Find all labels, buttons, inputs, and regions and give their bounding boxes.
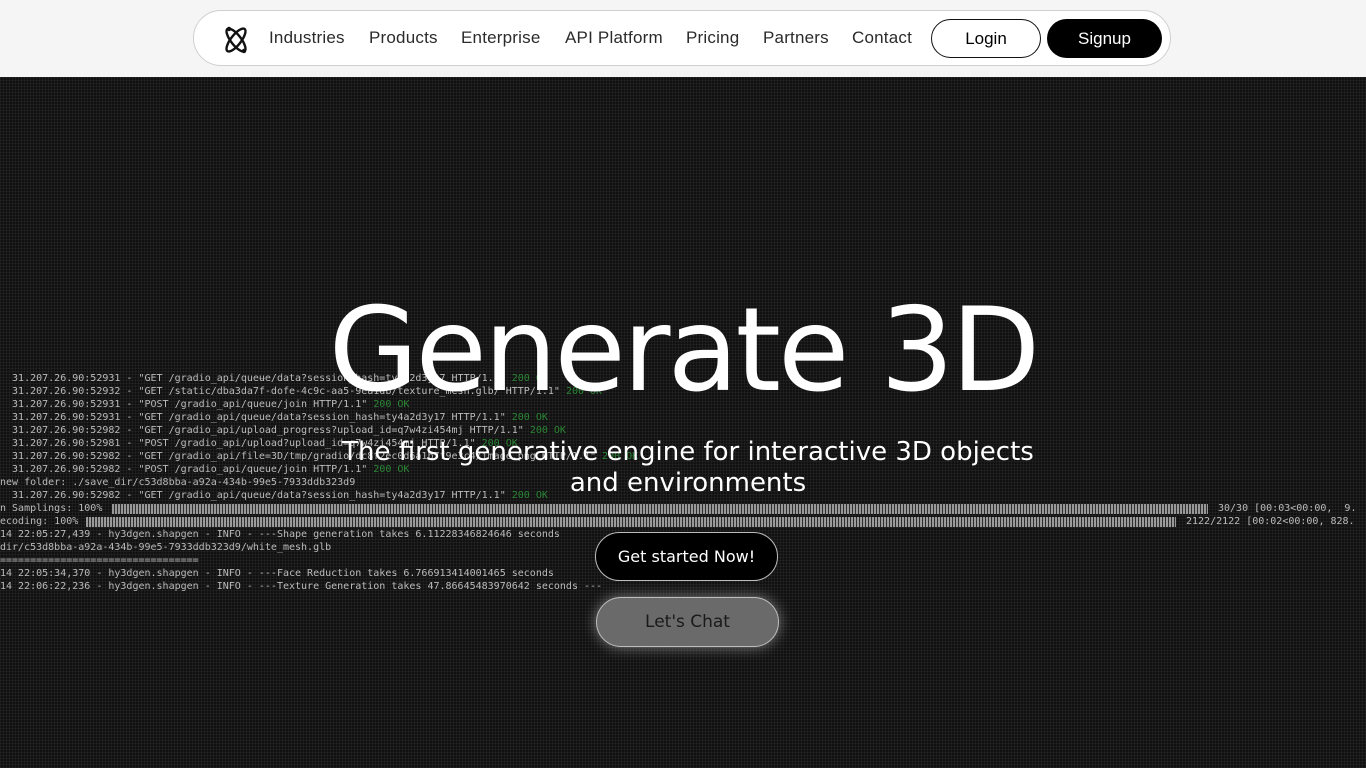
terminal-line: 14 22:06:22,236 - hy3dgen.shapgen - INFO… bbox=[0, 581, 603, 592]
get-started-button[interactable]: Get started Now! bbox=[595, 532, 778, 581]
login-button[interactable]: Login bbox=[931, 19, 1041, 58]
terminal-line: ecoding: 100% bbox=[0, 516, 79, 527]
terminal-line: ================================= bbox=[0, 555, 199, 566]
nav-link-enterprise[interactable]: Enterprise bbox=[461, 28, 540, 48]
terminal-line: 31.207.26.90:52982 - "GET /gradio_api/up… bbox=[0, 425, 566, 436]
hero-section: _ 31.207.26.90:52931 - "GET /gradio_api/… bbox=[0, 77, 1366, 768]
hero-title: Generate 3D bbox=[328, 283, 1041, 418]
terminal-line: new folder: ./save_dir/c53d8bba-a92a-434… bbox=[0, 477, 356, 488]
nav-link-api-platform[interactable]: API Platform bbox=[565, 28, 663, 48]
hero-subtitle: The first generative engine for interact… bbox=[342, 437, 1034, 498]
nav-link-contact[interactable]: Contact bbox=[852, 28, 912, 48]
nav-link-industries[interactable]: Industries bbox=[269, 28, 345, 48]
nav-link-pricing[interactable]: Pricing bbox=[686, 28, 739, 48]
terminal-line: 14 22:05:34,370 - hy3dgen.shapgen - INFO… bbox=[0, 568, 554, 579]
nav-link-partners[interactable]: Partners bbox=[763, 28, 829, 48]
terminal-line: 30/30 [00:03<00:00, 9. bbox=[1218, 503, 1357, 514]
signup-button[interactable]: Signup bbox=[1047, 19, 1162, 58]
atom-x-logo-icon[interactable] bbox=[221, 24, 251, 56]
terminal-line: 2122/2122 [00:02<00:00, 828. bbox=[1186, 516, 1355, 527]
decoding-progress-bar bbox=[86, 517, 1176, 527]
sampling-progress-bar bbox=[112, 504, 1208, 514]
nav-link-products[interactable]: Products bbox=[369, 28, 438, 48]
terminal-line: dir/c53d8bba-a92a-434b-99e5-7933ddb323d9… bbox=[0, 542, 332, 553]
terminal-line: 14 22:05:27,439 - hy3dgen.shapgen - INFO… bbox=[0, 529, 560, 540]
terminal-line: n Samplings: 100% bbox=[0, 503, 103, 514]
lets-chat-button[interactable]: Let's Chat bbox=[596, 597, 779, 647]
